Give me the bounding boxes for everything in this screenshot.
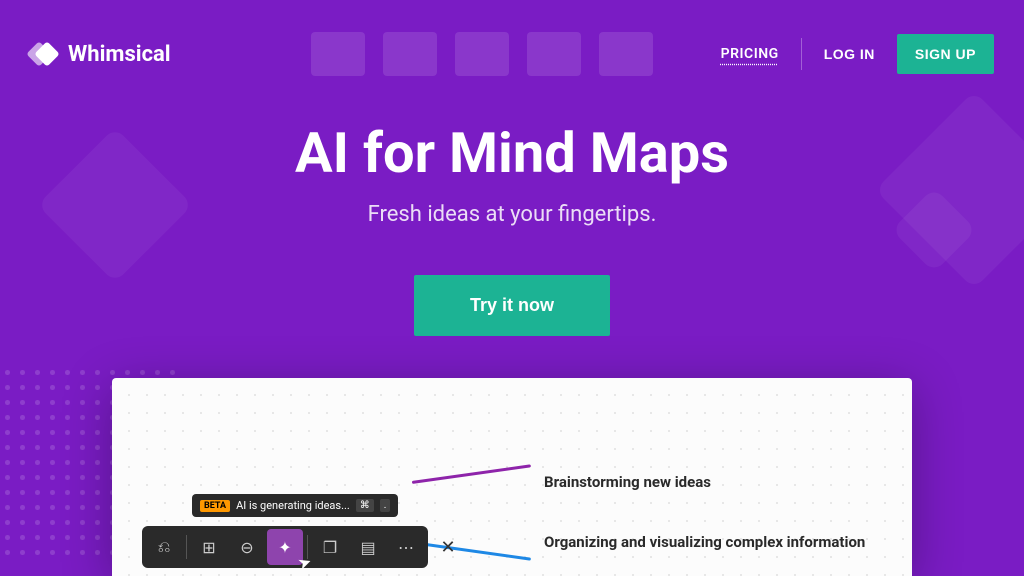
- branch-label: Brainstorming new ideas: [544, 473, 711, 491]
- beta-badge: BETA: [200, 500, 230, 512]
- grid-tool-icon[interactable]: ⊞: [191, 529, 227, 565]
- nav-item[interactable]: [455, 32, 509, 76]
- pricing-link[interactable]: PRICING: [721, 46, 779, 62]
- editor-toolbar: ⎌ ⊞ ⊖ ✦ ❐ ▤ ⋯: [142, 526, 428, 568]
- shortcut-key: ⌘: [356, 499, 374, 512]
- header: Whimsical PRICING LOG IN SIGN UP: [0, 30, 1024, 78]
- header-actions: PRICING LOG IN SIGN UP: [721, 34, 994, 74]
- connector-tool-icon[interactable]: ⎌: [146, 529, 182, 565]
- hero-subtitle: Fresh ideas at your fingertips.: [0, 202, 1024, 227]
- comment-tool-icon[interactable]: ▤: [350, 529, 386, 565]
- hero-section: AI for Mind Maps Fresh ideas at your fin…: [0, 120, 1024, 336]
- ai-tooltip: BETA AI is generating ideas... ⌘ .: [192, 494, 398, 517]
- mindmap-branch: Organizing and visualizing complex infor…: [412, 533, 865, 551]
- shortcut-key: .: [380, 499, 391, 512]
- nav-item[interactable]: [599, 32, 653, 76]
- separator: [186, 535, 187, 559]
- nav-item[interactable]: [311, 32, 365, 76]
- more-tool-icon[interactable]: ⋯: [388, 529, 424, 565]
- brand-name: Whimsical: [68, 42, 171, 67]
- nav-item[interactable]: [383, 32, 437, 76]
- hero-title: AI for Mind Maps: [0, 120, 1024, 186]
- app-preview: Brainstorming new ideas Organizing and v…: [112, 378, 912, 576]
- signup-button[interactable]: SIGN UP: [897, 34, 994, 74]
- logo-icon: [30, 40, 58, 68]
- nav-product-menu: [311, 32, 653, 76]
- close-icon[interactable]: ✕: [434, 533, 462, 561]
- tooltip-text: AI is generating ideas...: [236, 499, 350, 512]
- branch-label: Organizing and visualizing complex infor…: [544, 533, 865, 551]
- copy-tool-icon[interactable]: ❐: [312, 529, 348, 565]
- toolbar-container: BETA AI is generating ideas... ⌘ . ⎌ ⊞ ⊖…: [142, 526, 462, 568]
- nav-item[interactable]: [527, 32, 581, 76]
- brand-logo[interactable]: Whimsical: [30, 40, 171, 68]
- node-tool-icon[interactable]: ⊖: [229, 529, 265, 565]
- login-button[interactable]: LOG IN: [824, 46, 875, 62]
- divider: [801, 38, 802, 70]
- cta-button[interactable]: Try it now: [414, 275, 610, 336]
- mindmap-branch: Brainstorming new ideas: [412, 473, 711, 491]
